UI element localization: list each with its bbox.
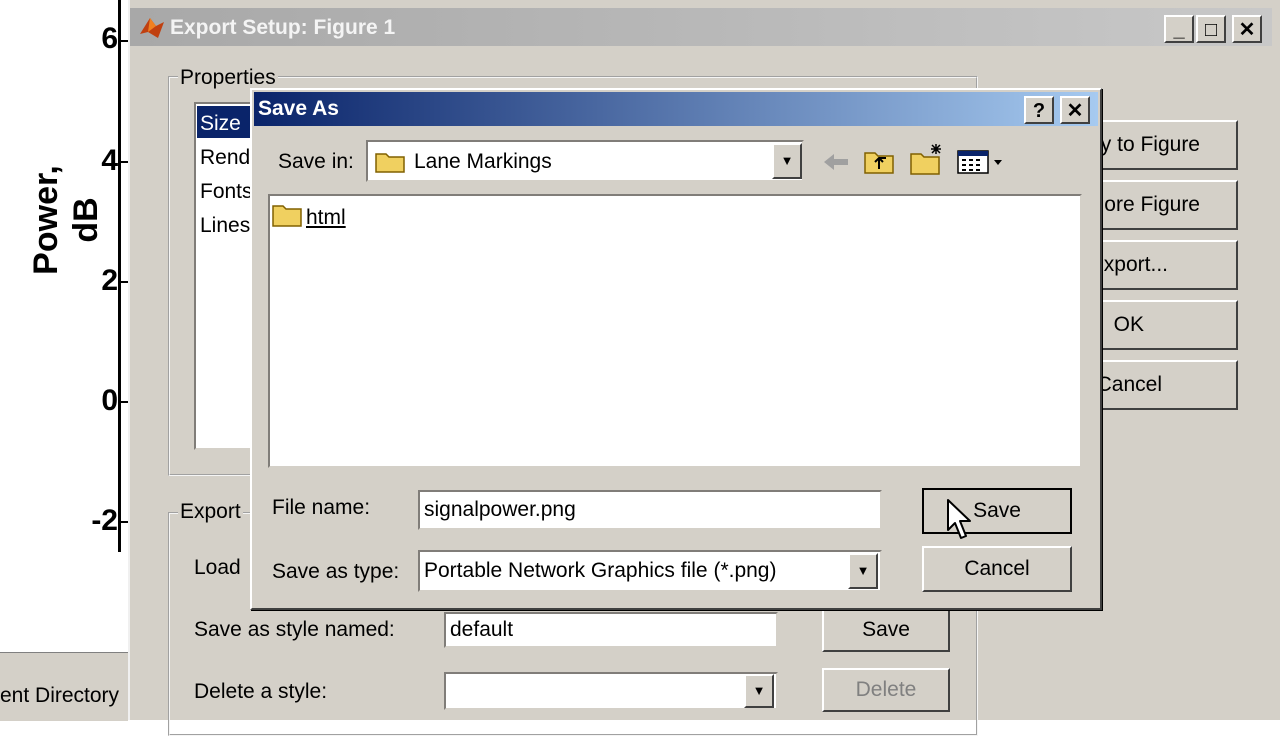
delete-style-label: Delete a style: bbox=[194, 680, 328, 703]
y-tick-label: 4 bbox=[101, 144, 118, 177]
y-axis-label: Power, dB bbox=[27, 165, 105, 275]
new-folder-icon[interactable] bbox=[908, 142, 944, 178]
chevron-down-icon[interactable]: ▼ bbox=[772, 143, 802, 179]
save-as-titlebar[interactable] bbox=[254, 92, 1098, 126]
back-arrow-icon[interactable] bbox=[820, 146, 852, 178]
chevron-down-icon[interactable]: ▼ bbox=[744, 674, 774, 708]
properties-list-item[interactable]: Rend bbox=[200, 146, 250, 170]
export-styles-group-label: Export bbox=[178, 500, 243, 524]
file-name-input[interactable]: signalpower.png bbox=[418, 490, 882, 530]
properties-group-label: Properties bbox=[178, 66, 278, 90]
save-as-close-button[interactable]: ✕ bbox=[1060, 96, 1090, 124]
save-style-label: Save as style named: bbox=[194, 618, 395, 641]
matlab-logo-icon bbox=[138, 14, 166, 42]
save-in-value: Lane Markings bbox=[414, 150, 552, 173]
mouse-cursor-icon bbox=[946, 498, 974, 544]
view-menu-icon[interactable] bbox=[956, 146, 1006, 178]
figure-background bbox=[0, 0, 132, 655]
load-style-label: Load bbox=[194, 556, 241, 579]
save-type-label: Save as type: bbox=[272, 560, 400, 583]
folder-icon bbox=[272, 200, 302, 228]
minimize-button[interactable]: _ bbox=[1164, 15, 1194, 43]
save-style-button[interactable]: Save bbox=[822, 608, 950, 652]
save-type-select[interactable]: Portable Network Graphics file (*.png) bbox=[418, 550, 882, 592]
y-tick-label: -2 bbox=[91, 504, 118, 537]
save-button[interactable]: Save bbox=[922, 488, 1072, 534]
file-name-label: File name: bbox=[272, 496, 371, 519]
y-axis-line bbox=[118, 0, 121, 552]
folder-icon bbox=[374, 148, 406, 174]
y-tick-label: 2 bbox=[101, 264, 118, 297]
y-tick-label: 0 bbox=[101, 384, 118, 417]
chevron-down-icon[interactable]: ▼ bbox=[848, 553, 878, 589]
file-item-html[interactable]: html bbox=[306, 206, 346, 230]
delete-style-select[interactable] bbox=[444, 672, 778, 710]
export-setup-title: Export Setup: Figure 1 bbox=[170, 16, 396, 39]
up-folder-icon[interactable] bbox=[862, 144, 896, 178]
save-in-label: Save in: bbox=[278, 150, 354, 173]
properties-list-item[interactable]: Size bbox=[200, 112, 241, 136]
maximize-button[interactable]: □ bbox=[1196, 15, 1226, 43]
delete-style-button[interactable]: Delete bbox=[822, 668, 950, 712]
save-as-title: Save As bbox=[258, 97, 339, 120]
close-button[interactable]: ✕ bbox=[1232, 15, 1262, 43]
cancel-button[interactable]: Cancel bbox=[922, 546, 1072, 592]
style-name-input[interactable]: default bbox=[444, 612, 778, 648]
current-directory-tab[interactable]: ent Directory bbox=[0, 684, 119, 708]
properties-list-item[interactable]: Lines bbox=[200, 214, 250, 238]
file-list-pane[interactable] bbox=[268, 194, 1082, 468]
help-button[interactable]: ? bbox=[1024, 96, 1054, 124]
y-tick-label: 6 bbox=[101, 22, 118, 55]
properties-list-item[interactable]: Fonts bbox=[200, 180, 253, 204]
